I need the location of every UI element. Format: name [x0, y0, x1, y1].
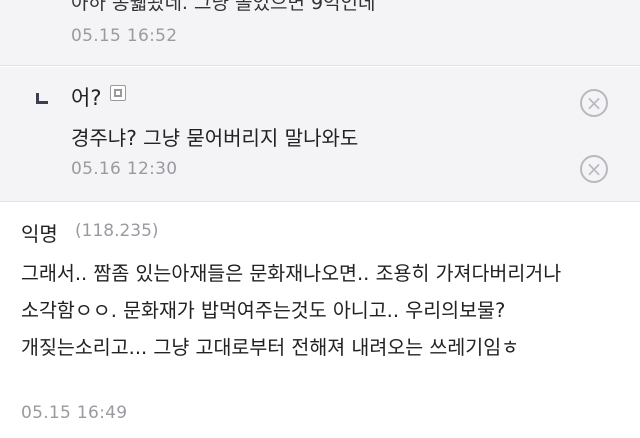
reply-text: 경주냐? 그냥 묻어버리지 말나와도	[71, 126, 359, 150]
reply-arrow-icon	[36, 93, 48, 104]
reply-author: 어?	[71, 86, 102, 110]
comment-ip: (118.235)	[75, 221, 159, 241]
close-icon[interactable]: ×	[580, 89, 608, 117]
comment-date: 05.15 16:49	[21, 403, 128, 423]
reply-date: 05.16 12:30	[71, 159, 178, 179]
reply-item: 어? × 경주냐? 그냥 묻어버리지 말나와도 05.16 12:30	[0, 67, 640, 202]
close-icon[interactable]: ×	[580, 155, 608, 183]
comment-author: 익명	[21, 222, 58, 246]
reply-text: 아하 몽쉛쑀네. 그냥 볼었으면 9억인데	[71, 0, 376, 14]
comment-text: 그래서.. 짬좀 있는아재들은 문화재나오면.. 조용히 가져다버리거나 소각함…	[21, 262, 562, 359]
reply-date: 05.15 16:52	[71, 26, 178, 46]
image-icon	[110, 85, 126, 101]
previous-reply: 아하 몽쉛쑀네. 그냥 볼었으면 9억인데 05.15 16:52	[0, 0, 640, 66]
